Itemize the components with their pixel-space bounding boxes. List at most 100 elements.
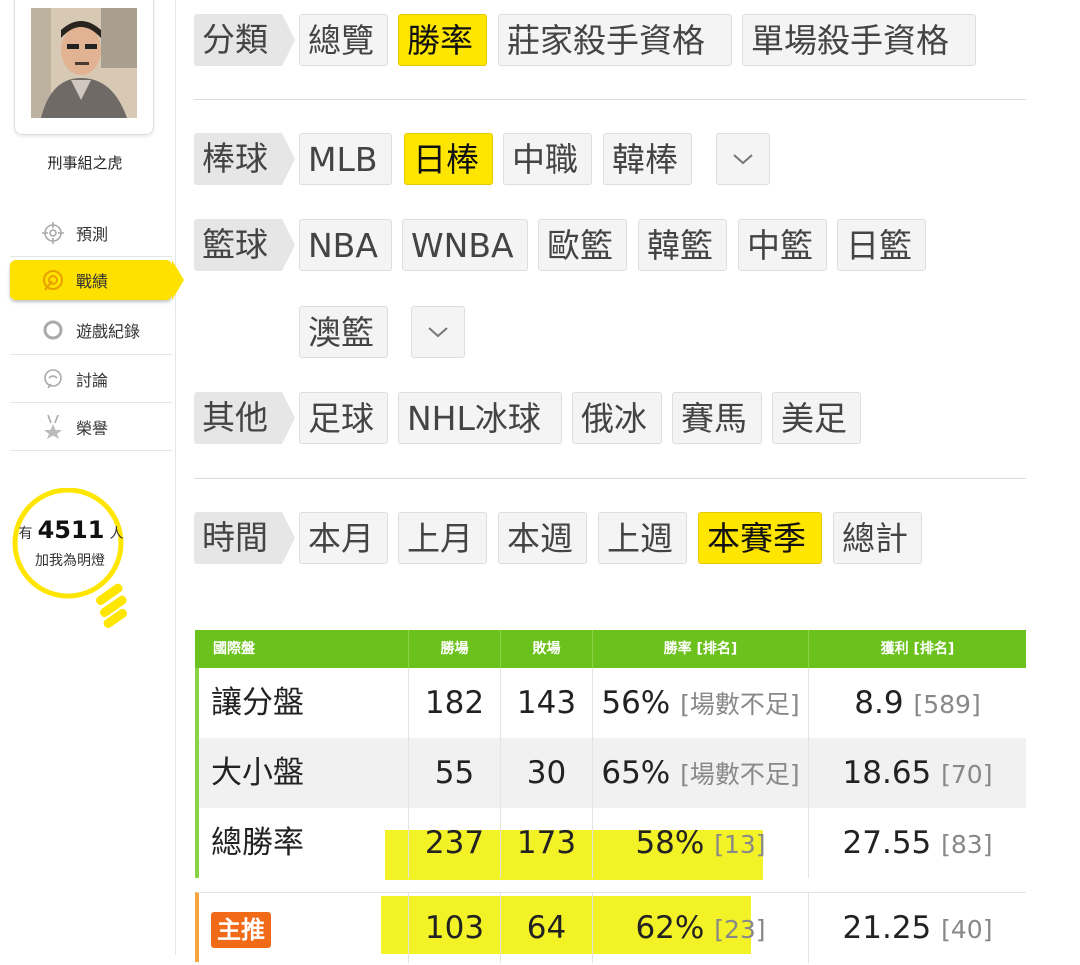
chip-nhl[interactable]: NHL冰球: [398, 392, 562, 444]
active-indicator: [172, 260, 184, 300]
row-rate-rank: [場數不足]: [680, 760, 800, 789]
basketball-more-dropdown[interactable]: [411, 306, 465, 358]
chip-kbo[interactable]: 韓棒: [603, 133, 692, 185]
chip-nba[interactable]: NBA: [299, 219, 392, 271]
chat-icon: [40, 366, 66, 392]
header-profit: 獲利 [排名]: [809, 630, 1026, 668]
row-losses: 173: [501, 808, 593, 878]
row-profit: 27.55: [842, 825, 932, 861]
fan-caption: 加我為明燈: [35, 553, 105, 569]
row-profit-rank: [83]: [941, 830, 993, 859]
row-wins: 182: [409, 668, 501, 738]
row-rate: 65%: [601, 755, 671, 791]
target-icon: [40, 267, 66, 293]
header-market: 國際盤: [195, 630, 409, 668]
chip-nfl[interactable]: 美足: [772, 392, 861, 444]
chip-npb[interactable]: 日棒: [404, 133, 493, 185]
chip-total[interactable]: 總計: [833, 512, 922, 564]
username[interactable]: 刑事組之虎: [0, 152, 170, 173]
chevron-down-icon: [428, 327, 448, 338]
chip-last-month[interactable]: 上月: [398, 512, 487, 564]
row-name: 大小盤: [199, 738, 409, 808]
table-row: 總勝率 237 173 58% [13] 27.55 [83]: [195, 808, 1026, 878]
row-rate: 56%: [601, 685, 671, 721]
baseball-more-dropdown[interactable]: [716, 133, 770, 185]
chevron-down-icon: [733, 154, 753, 165]
baseball-label: 棒球: [194, 133, 295, 185]
sidebar-item-label: 遊戲紀錄: [76, 322, 141, 341]
row-profit: 18.65: [842, 755, 932, 791]
table-row: 大小盤 55 30 65% [場數不足] 18.65 [70]: [195, 738, 1026, 808]
chip-this-season[interactable]: 本賽季: [698, 512, 822, 564]
chip-cba[interactable]: 中籃: [738, 219, 827, 271]
featured-badge: 主推: [211, 911, 271, 948]
sidebar-item-game-log[interactable]: 遊戲紀錄: [10, 306, 172, 355]
avatar-frame: [14, 0, 154, 135]
table-row: 讓分盤 182 143 56% [場數不足] 8.9 [589]: [195, 668, 1026, 738]
chip-winrate[interactable]: 勝率: [398, 14, 487, 66]
chip-nbl[interactable]: 澳籃: [299, 306, 388, 358]
chip-jba[interactable]: 日籃: [837, 219, 926, 271]
sidebar-item-label: 討論: [76, 371, 109, 390]
sidebar: 刑事組之虎 預測 戰績 遊戲紀錄 討論 榮譽 有 4511 人 加我為明燈: [0, 0, 184, 955]
chip-overview[interactable]: 總覽: [299, 14, 388, 66]
header-losses: 敗場: [501, 630, 593, 668]
fan-suffix: 人: [109, 526, 124, 542]
sidebar-item-predict[interactable]: 預測: [10, 210, 172, 257]
chip-horse-racing[interactable]: 賽馬: [672, 392, 762, 444]
divider: [194, 478, 1026, 479]
row-rate-rank: [場數不足]: [680, 690, 800, 719]
time-label: 時間: [194, 512, 295, 564]
circle-icon: [40, 317, 66, 343]
basketball-label: 籃球: [194, 219, 295, 271]
divider: [194, 99, 1026, 100]
row-profit: 21.25: [842, 910, 932, 946]
category-label: 分類: [194, 14, 295, 66]
chip-soccer[interactable]: 足球: [299, 392, 388, 444]
row-profit-rank: [40]: [941, 915, 993, 944]
row-name: 讓分盤: [199, 668, 409, 738]
row-losses: 64: [501, 893, 593, 963]
row-rate-rank: [23]: [714, 915, 766, 944]
fan-count: 4511: [37, 516, 105, 544]
row-name: 總勝率: [199, 808, 409, 878]
chip-mlb[interactable]: MLB: [299, 133, 392, 185]
fan-count-bulb[interactable]: 有 4511 人 加我為明燈: [12, 488, 132, 638]
row-profit-rank: [70]: [941, 760, 993, 789]
row-rate: 58%: [635, 825, 705, 861]
chip-cpbl[interactable]: 中職: [503, 133, 592, 185]
chip-last-week[interactable]: 上週: [598, 512, 687, 564]
row-losses: 30: [501, 738, 593, 808]
chip-banker-killer[interactable]: 莊家殺手資格: [498, 14, 732, 66]
sidebar-item-discussion[interactable]: 討論: [10, 356, 172, 403]
sidebar-item-label: 戰績: [76, 272, 109, 291]
header-wins: 勝場: [409, 630, 501, 668]
table-row: 主推 103 64 62% [23] 21.25 [40]: [195, 892, 1026, 963]
avatar[interactable]: [31, 8, 137, 118]
other-label: 其他: [194, 392, 295, 444]
crosshair-icon: [40, 220, 66, 246]
row-wins: 55: [409, 738, 501, 808]
chip-wnba[interactable]: WNBA: [402, 219, 528, 271]
header-winrate: 勝率 [排名]: [593, 630, 809, 668]
sidebar-item-record[interactable]: 戰績: [10, 260, 172, 300]
chip-euro-basketball[interactable]: 歐籃: [538, 219, 627, 271]
sidebar-item-label: 預測: [76, 225, 109, 244]
row-wins: 103: [409, 893, 501, 963]
medal-icon: [40, 414, 66, 440]
sidebar-item-honor[interactable]: 榮譽: [10, 404, 172, 451]
sidebar-item-label: 榮譽: [76, 419, 109, 438]
row-gap: [195, 880, 1026, 890]
chip-khl[interactable]: 俄冰: [572, 392, 662, 444]
chip-this-week[interactable]: 本週: [498, 512, 587, 564]
fan-prefix: 有: [18, 526, 33, 542]
row-rate-rank: [13]: [714, 830, 766, 859]
row-losses: 143: [501, 668, 593, 738]
chip-kbl[interactable]: 韓籃: [638, 219, 727, 271]
row-profit-rank: [589]: [913, 690, 981, 719]
row-wins: 237: [409, 808, 501, 878]
chip-single-killer[interactable]: 單場殺手資格: [742, 14, 976, 66]
chip-this-month[interactable]: 本月: [299, 512, 388, 564]
row-rate: 62%: [635, 910, 705, 946]
row-profit: 8.9: [854, 685, 904, 721]
